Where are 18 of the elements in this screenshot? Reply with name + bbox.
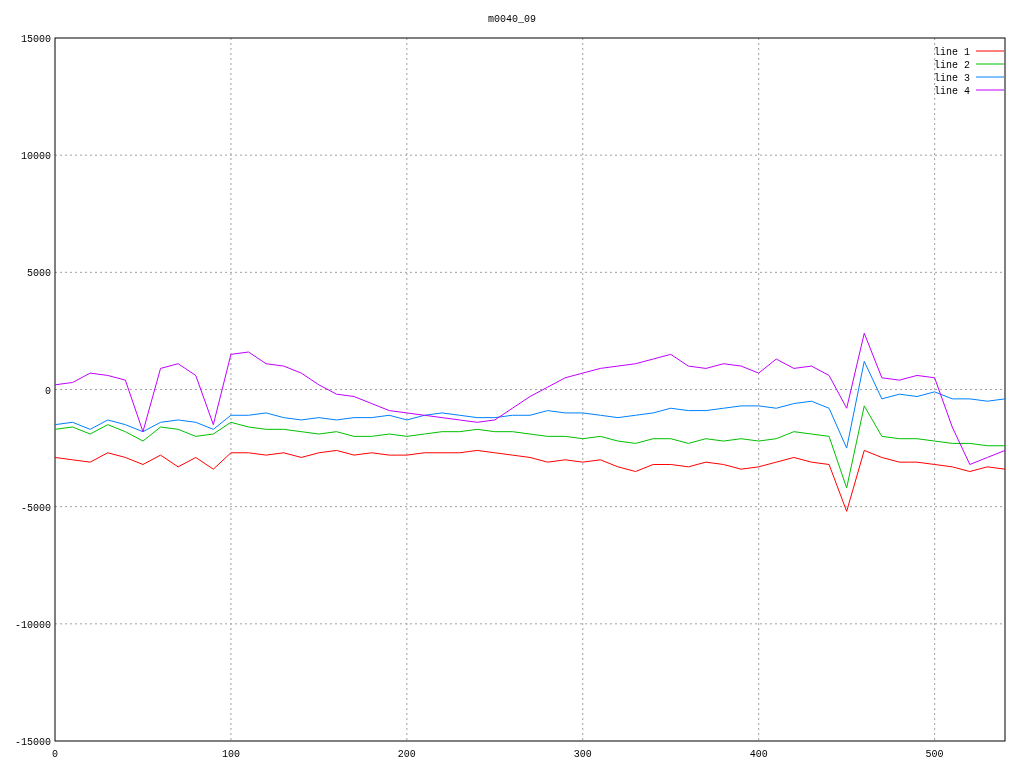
axis-tick-label: 0 (52, 749, 58, 760)
legend-label: line 3 (934, 73, 970, 84)
axis-tick-label: 0 (45, 385, 51, 397)
axis-tick-label: 100 (221, 749, 240, 760)
axis-tick-label: -15000 (15, 737, 51, 748)
axis-tick-label: -10000 (15, 619, 51, 631)
chart-title: m0040_09 (488, 14, 536, 25)
axis-tick-label: 10000 (21, 151, 51, 163)
legend-label: line 2 (934, 60, 970, 71)
legend-label: line 1 (934, 47, 970, 58)
axis-tick-label: -5000 (21, 502, 51, 514)
axis-tick-label: 200 (397, 749, 416, 760)
legend-label: line 4 (934, 86, 970, 97)
axis-tick-label: 15000 (21, 34, 51, 45)
axis-tick-label: 400 (749, 749, 768, 760)
axis-tick-label: 300 (573, 749, 592, 760)
axis-tick-label: 5000 (27, 268, 51, 280)
axis-tick-label: 500 (925, 749, 944, 760)
